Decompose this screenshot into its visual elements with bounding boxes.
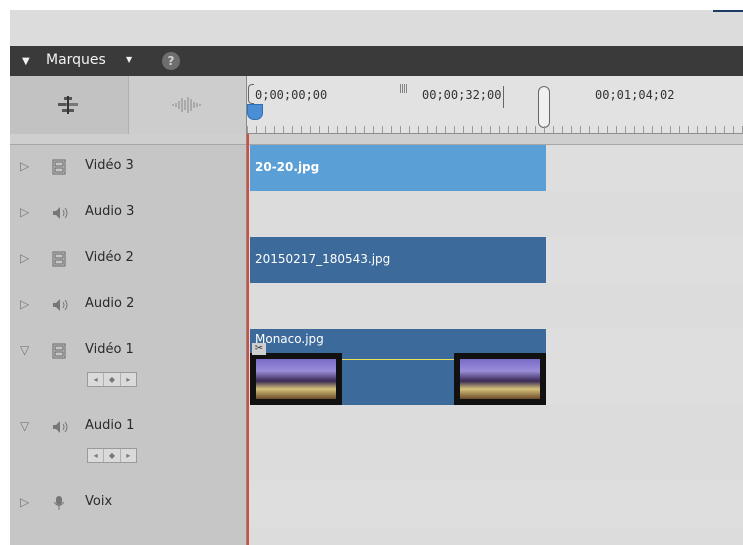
track-separator xyxy=(10,134,743,145)
markers-bar: ▼ Marques ▼ ? xyxy=(10,46,743,77)
audio-mode-button[interactable] xyxy=(129,76,247,134)
lane-audio-2[interactable] xyxy=(247,283,743,330)
add-keyframe-button[interactable]: ◆ xyxy=(104,449,121,462)
track-header-audio-2[interactable]: ▷ Audio 2 xyxy=(10,283,247,330)
track-name: Audio 2 xyxy=(85,296,135,311)
timeline-panel: ▼ Marques ▼ ? 0;00;00;00 |||| 00;00;32;0… xyxy=(10,10,743,545)
lane-partial xyxy=(247,527,743,545)
previous-keyframe-button[interactable]: ◂ xyxy=(88,373,105,386)
timecode-label: 00;00;32;00 xyxy=(422,88,502,102)
work-area-start-handle[interactable] xyxy=(248,84,254,104)
track-header-video-3[interactable]: ▷ Vidéo 3 xyxy=(10,145,247,192)
expand-triangle-icon[interactable]: ▷ xyxy=(20,495,29,509)
track-name: Vidéo 2 xyxy=(85,250,134,265)
work-area-end-handle[interactable] xyxy=(538,86,550,128)
collapse-triangle-icon[interactable]: ▽ xyxy=(20,343,29,357)
panel-top-strip xyxy=(10,10,743,46)
expand-triangle-icon[interactable]: ▷ xyxy=(20,205,29,219)
track-header-audio-3[interactable]: ▷ Audio 3 xyxy=(10,191,247,238)
help-icon[interactable]: ? xyxy=(162,52,180,70)
timeline-view-icon xyxy=(58,96,78,114)
clip-label: 20150217_180543.jpg xyxy=(255,252,391,266)
add-keyframe-button[interactable]: ◆ xyxy=(104,373,121,386)
timecode-caret xyxy=(503,86,504,108)
keyframe-navigator: ◂ ◆ ▸ xyxy=(87,372,137,387)
clip-label: 20-20.jpg xyxy=(255,160,320,174)
timecode-label: 00;01;04;02 xyxy=(595,88,675,102)
expand-triangle-icon[interactable]: ▷ xyxy=(20,159,29,173)
track-header-audio-1[interactable]: ▽ Audio 1 ◂ ◆ ▸ xyxy=(10,405,247,482)
waveform-icon xyxy=(172,97,201,113)
expand-triangle-icon[interactable]: ▷ xyxy=(20,251,29,265)
view-mode-toggle xyxy=(10,76,247,135)
next-keyframe-button[interactable]: ▸ xyxy=(121,449,136,462)
thumbnail-start xyxy=(250,353,342,405)
track-name: Voix xyxy=(85,494,113,509)
track-name: Vidéo 3 xyxy=(85,158,134,173)
microphone-icon xyxy=(53,496,65,510)
track-name: Audio 3 xyxy=(85,204,135,219)
film-icon xyxy=(52,159,66,175)
clip-20-20[interactable]: 20-20.jpg xyxy=(250,145,546,191)
playhead-line xyxy=(247,134,249,545)
film-icon xyxy=(52,343,66,359)
clip-monaco[interactable]: Monaco.jpg ✂ xyxy=(250,329,546,405)
collapse-triangle-icon[interactable]: ▼ xyxy=(22,56,30,67)
expand-triangle-icon[interactable]: ▷ xyxy=(20,297,29,311)
scissors-icon: ✂ xyxy=(252,343,266,355)
lane-voice[interactable] xyxy=(247,481,743,528)
timeline-mode-button[interactable] xyxy=(10,76,129,134)
chevron-down-icon[interactable]: ▼ xyxy=(126,55,132,64)
track-header-partial xyxy=(10,527,247,545)
lane-video-1[interactable]: Monaco.jpg ✂ xyxy=(247,329,743,406)
previous-keyframe-button[interactable]: ◂ xyxy=(88,449,105,462)
lane-video-3[interactable]: 20-20.jpg xyxy=(247,145,743,192)
speaker-icon xyxy=(53,207,68,219)
time-ruler[interactable]: 0;00;00;00 |||| 00;00;32;00 00;01;04;02 xyxy=(247,76,743,135)
track-header-video-2[interactable]: ▷ Vidéo 2 xyxy=(10,237,247,284)
speaker-icon xyxy=(53,299,68,311)
grip-icon[interactable]: |||| xyxy=(399,84,408,94)
markers-menu-label[interactable]: Marques xyxy=(46,52,106,68)
track-header-video-1[interactable]: ▽ Vidéo 1 ◂ ◆ ▸ xyxy=(10,329,247,406)
lane-video-2[interactable]: 20150217_180543.jpg xyxy=(247,237,743,284)
thumbnail-end xyxy=(454,353,546,405)
playhead-handle[interactable] xyxy=(247,104,263,120)
clip-20150217[interactable]: 20150217_180543.jpg xyxy=(250,237,546,283)
film-icon xyxy=(52,251,66,267)
collapse-triangle-icon[interactable]: ▽ xyxy=(20,419,29,433)
timecode-label: 0;00;00;00 xyxy=(255,88,328,102)
next-keyframe-button[interactable]: ▸ xyxy=(121,373,136,386)
track-name: Audio 1 xyxy=(85,418,135,433)
keyframe-navigator: ◂ ◆ ▸ xyxy=(87,448,137,463)
speaker-icon xyxy=(53,421,68,433)
lane-audio-1[interactable] xyxy=(247,405,743,482)
track-name: Vidéo 1 xyxy=(85,342,134,357)
lane-audio-3[interactable] xyxy=(247,191,743,238)
track-header-voice[interactable]: ▷ Voix xyxy=(10,481,247,528)
